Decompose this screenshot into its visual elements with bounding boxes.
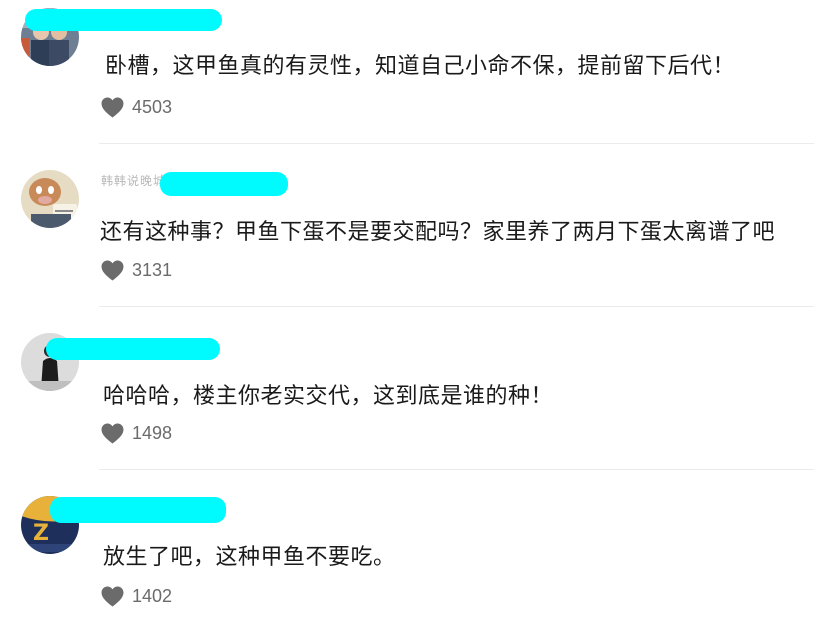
heart-icon — [101, 96, 124, 118]
username-redaction — [50, 497, 226, 523]
like-count: 4503 — [132, 96, 173, 117]
user-avatar[interactable] — [21, 170, 79, 228]
avatar-cartoon-cat-icon — [21, 170, 79, 228]
comment-text: 放生了吧，这种甲鱼不要吃。 — [103, 545, 396, 570]
comment-text: 卧槽，这甲鱼真的有灵性，知道自己小命不保，提前留下后代！ — [105, 54, 736, 79]
like-count: 3131 — [132, 259, 173, 280]
like-button[interactable]: 3131 — [101, 258, 172, 282]
comment-text: 哈哈哈，楼主你老实交代，这到底是谁的种！ — [103, 384, 554, 409]
comment-list: 卧槽，这甲鱼真的有灵性，知道自己小命不保，提前留下后代！ 4503 韩韩说晚城 — [0, 0, 814, 629]
heart-icon — [101, 259, 124, 281]
comment-item: 卧槽，这甲鱼真的有灵性，知道自己小命不保，提前留下后代！ 4503 — [0, 0, 814, 163]
username-redaction — [160, 172, 288, 196]
comment-item: Z 放生了吧，这种甲鱼不要吃。 1402 — [0, 489, 814, 629]
like-count: 1498 — [132, 422, 173, 443]
comment-item: 韩韩说晚城 还有这种事？甲鱼下蛋不是要交配吗？家里养了两月下蛋太离谱了吧 313… — [0, 163, 814, 326]
heart-icon — [101, 585, 124, 607]
divider — [99, 306, 814, 307]
like-button[interactable]: 4503 — [101, 95, 172, 119]
heart-icon — [101, 422, 124, 444]
comment-text: 还有这种事？甲鱼下蛋不是要交配吗？家里养了两月下蛋太离谱了吧 — [100, 220, 776, 245]
username-redaction — [25, 9, 222, 31]
comment-item: 哈哈哈，楼主你老实交代，这到底是谁的种！ 1498 — [0, 326, 814, 489]
like-button[interactable]: 1402 — [101, 584, 172, 608]
like-button[interactable]: 1498 — [101, 421, 172, 445]
username-partial: 韩韩说晚城 — [101, 174, 167, 188]
username-redaction — [46, 338, 220, 360]
divider — [99, 469, 814, 470]
like-count: 1402 — [132, 585, 173, 606]
divider — [99, 143, 814, 144]
svg-text:Z: Z — [33, 521, 49, 546]
